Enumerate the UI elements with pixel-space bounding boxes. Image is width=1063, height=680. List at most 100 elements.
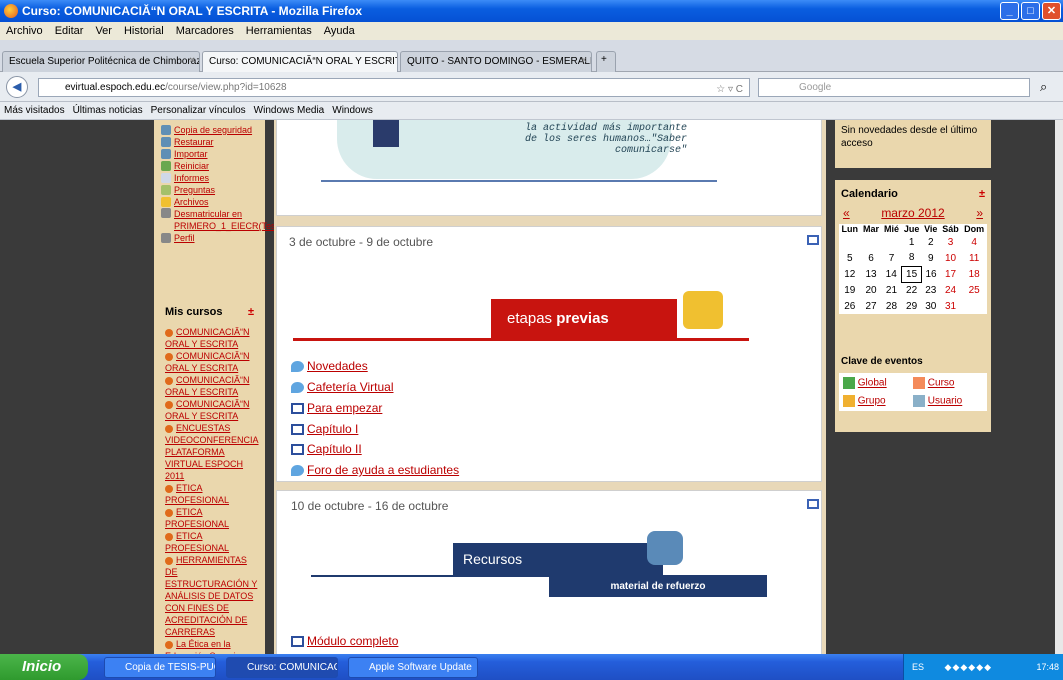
calendar-day[interactable]: 24 bbox=[940, 282, 962, 298]
edit-icon[interactable] bbox=[807, 235, 819, 245]
admin-link[interactable]: Informes bbox=[174, 173, 209, 183]
event-link[interactable]: Usuario bbox=[928, 396, 962, 407]
admin-item[interactable]: Archivos bbox=[161, 196, 258, 208]
calendar-day[interactable]: 6 bbox=[861, 250, 882, 266]
admin-item[interactable]: Importar bbox=[161, 148, 258, 160]
event-link[interactable]: Grupo bbox=[858, 396, 886, 407]
course-link[interactable]: COMUNICACIĂ“N ORAL Y ESCRITA bbox=[165, 375, 250, 397]
vertical-scrollbar[interactable] bbox=[1055, 120, 1063, 654]
admin-link[interactable]: Archivos bbox=[174, 197, 209, 207]
calendar-day[interactable]: 20 bbox=[861, 282, 882, 298]
tab-quito[interactable]: QUITO - SANTO DOMINGO - ESMERALDA... × bbox=[400, 51, 592, 72]
event-curso[interactable]: Curso bbox=[913, 377, 983, 389]
link-text[interactable]: Módulo completo bbox=[307, 634, 398, 648]
link-text[interactable]: Capítulo II bbox=[307, 442, 362, 456]
menu-herramientas[interactable]: Herramientas bbox=[246, 25, 312, 37]
calendar-day[interactable]: 5 bbox=[839, 250, 861, 266]
calendar-day[interactable]: 30 bbox=[922, 298, 940, 314]
task-tesis[interactable]: Copia de TESIS-PUCE... bbox=[104, 657, 216, 678]
tray-icons[interactable]: ◆◆◆◆◆◆ bbox=[945, 662, 993, 672]
calendar-day[interactable]: 15 bbox=[900, 265, 923, 283]
link-foro-ayuda[interactable]: Foro de ayuda a estudiantes bbox=[291, 463, 459, 477]
close-tab-icon[interactable]: × bbox=[387, 55, 393, 66]
calendar-day[interactable]: 21 bbox=[882, 282, 902, 298]
course-link[interactable]: COMUNICACIĂ“N ORAL Y ESCRITA bbox=[165, 351, 250, 373]
calendar-day[interactable]: 11 bbox=[961, 250, 987, 266]
new-tab-button[interactable]: + bbox=[596, 51, 616, 72]
calendar-day[interactable]: 18 bbox=[961, 266, 987, 282]
course-link[interactable]: ETICA PROFESIONAL bbox=[165, 483, 229, 505]
course-item[interactable]: COMUNICACIĂ“N ORAL Y ESCRITA bbox=[165, 398, 258, 422]
collapse-icon[interactable]: ± bbox=[248, 306, 254, 318]
link-novedades[interactable]: Novedades bbox=[291, 359, 368, 373]
admin-item[interactable]: Informes bbox=[161, 172, 258, 184]
link-text[interactable]: Capítulo I bbox=[307, 422, 358, 436]
course-item[interactable]: La Ética en la Educación Superior bbox=[165, 638, 258, 654]
calendar-day[interactable]: 4 bbox=[961, 234, 987, 250]
link-modulo-completo[interactable]: Módulo completo bbox=[291, 634, 398, 648]
calendar-day[interactable]: 1 bbox=[901, 234, 921, 250]
calendar-day[interactable]: 27 bbox=[861, 298, 882, 314]
link-text[interactable]: Foro de ayuda a estudiantes bbox=[307, 463, 459, 477]
calendar-day[interactable]: 3 bbox=[940, 234, 962, 250]
admin-link[interactable]: Perfil bbox=[174, 233, 195, 243]
admin-link[interactable]: Preguntas bbox=[174, 185, 215, 195]
start-button[interactable]: Inicio bbox=[0, 654, 88, 680]
link-text[interactable]: Cafetería Virtual bbox=[307, 380, 394, 394]
admin-item[interactable]: Copia de seguridad bbox=[161, 124, 258, 136]
admin-link[interactable]: Restaurar bbox=[174, 137, 214, 147]
course-item[interactable]: COMUNICACIĂ“N ORAL Y ESCRITA bbox=[165, 350, 258, 374]
calendar-day[interactable]: 23 bbox=[922, 282, 940, 298]
bookmark-ultimas-noticias[interactable]: Últimas noticias bbox=[73, 105, 143, 116]
calendar-day[interactable]: 19 bbox=[839, 282, 861, 298]
course-item[interactable]: COMUNICACIĂ“N ORAL Y ESCRITA bbox=[165, 326, 258, 350]
bookmark-personalizar[interactable]: Personalizar vínculos bbox=[151, 105, 246, 116]
tab-curso[interactable]: Curso: COMUNICACIĂ“N ORAL Y ESCRITA × bbox=[202, 51, 398, 72]
course-link[interactable]: COMUNICACIĂ“N ORAL Y ESCRITA bbox=[165, 327, 250, 349]
course-link[interactable]: COMUNICACIĂ“N ORAL Y ESCRITA bbox=[165, 399, 250, 421]
maximize-button[interactable]: □ bbox=[1021, 2, 1040, 20]
course-item[interactable]: COMUNICACIĂ“N ORAL Y ESCRITA bbox=[165, 374, 258, 398]
tab-espoch[interactable]: Escuela Superior Politécnica de Chimbora… bbox=[2, 51, 200, 72]
admin-item[interactable]: Reiniciar bbox=[161, 160, 258, 172]
calendar-day[interactable]: 26 bbox=[839, 298, 861, 314]
task-curso[interactable]: Curso: COMUNICACI... bbox=[226, 657, 338, 678]
calendar-day[interactable]: 29 bbox=[901, 298, 921, 314]
calendar-day[interactable]: 25 bbox=[961, 282, 987, 298]
link-capitulo-1[interactable]: Capítulo I bbox=[291, 422, 358, 436]
calendar-day[interactable]: 22 bbox=[901, 282, 921, 298]
back-button[interactable]: ◀ bbox=[6, 76, 28, 98]
event-link[interactable]: Global bbox=[858, 378, 887, 389]
calendar-day[interactable]: 13 bbox=[861, 266, 882, 282]
next-month-link[interactable]: » bbox=[976, 206, 983, 220]
course-link[interactable]: La Ética en la Educación Superior bbox=[165, 639, 244, 654]
reload-icon[interactable]: ☆ ▿ C bbox=[716, 81, 743, 98]
admin-item[interactable]: Restaurar bbox=[161, 136, 258, 148]
task-apple[interactable]: Apple Software Update bbox=[348, 657, 478, 678]
close-button[interactable]: ✕ bbox=[1042, 2, 1061, 20]
language-indicator[interactable]: ES bbox=[912, 662, 924, 672]
event-link[interactable]: Curso bbox=[928, 378, 955, 389]
admin-item[interactable]: Perfil bbox=[161, 232, 258, 244]
admin-link[interactable]: Reiniciar bbox=[174, 161, 209, 171]
course-link[interactable]: ETICA PROFESIONAL bbox=[165, 531, 229, 553]
link-para-empezar[interactable]: Para empezar bbox=[291, 401, 382, 415]
search-icon[interactable]: ⌕ bbox=[1040, 79, 1047, 95]
calendar-day[interactable]: 17 bbox=[940, 266, 962, 282]
calendar-day[interactable]: 7 bbox=[882, 250, 902, 266]
minimize-button[interactable]: _ bbox=[1000, 2, 1019, 20]
course-link[interactable]: ENCUESTAS VIDEOCONFERENCIA PLATAFORMA VI… bbox=[165, 423, 259, 481]
close-tab-icon[interactable]: × bbox=[581, 55, 587, 66]
search-input[interactable]: Google bbox=[758, 78, 1030, 97]
prev-month-link[interactable]: « bbox=[843, 206, 850, 220]
calendar-day[interactable]: 31 bbox=[940, 298, 962, 314]
menu-ayuda[interactable]: Ayuda bbox=[324, 25, 355, 37]
bookmark-windows-media[interactable]: Windows Media bbox=[254, 105, 325, 116]
admin-item[interactable]: Preguntas bbox=[161, 184, 258, 196]
bookmark-windows[interactable]: Windows bbox=[332, 105, 373, 116]
link-capitulo-2[interactable]: Capítulo II bbox=[291, 442, 362, 456]
course-link[interactable]: ETICA PROFESIONAL bbox=[165, 507, 229, 529]
calendar-day[interactable]: 2 bbox=[922, 234, 940, 250]
admin-link[interactable]: Copia de seguridad bbox=[174, 125, 252, 135]
bookmark-mas-visitados[interactable]: Más visitados bbox=[4, 105, 65, 116]
